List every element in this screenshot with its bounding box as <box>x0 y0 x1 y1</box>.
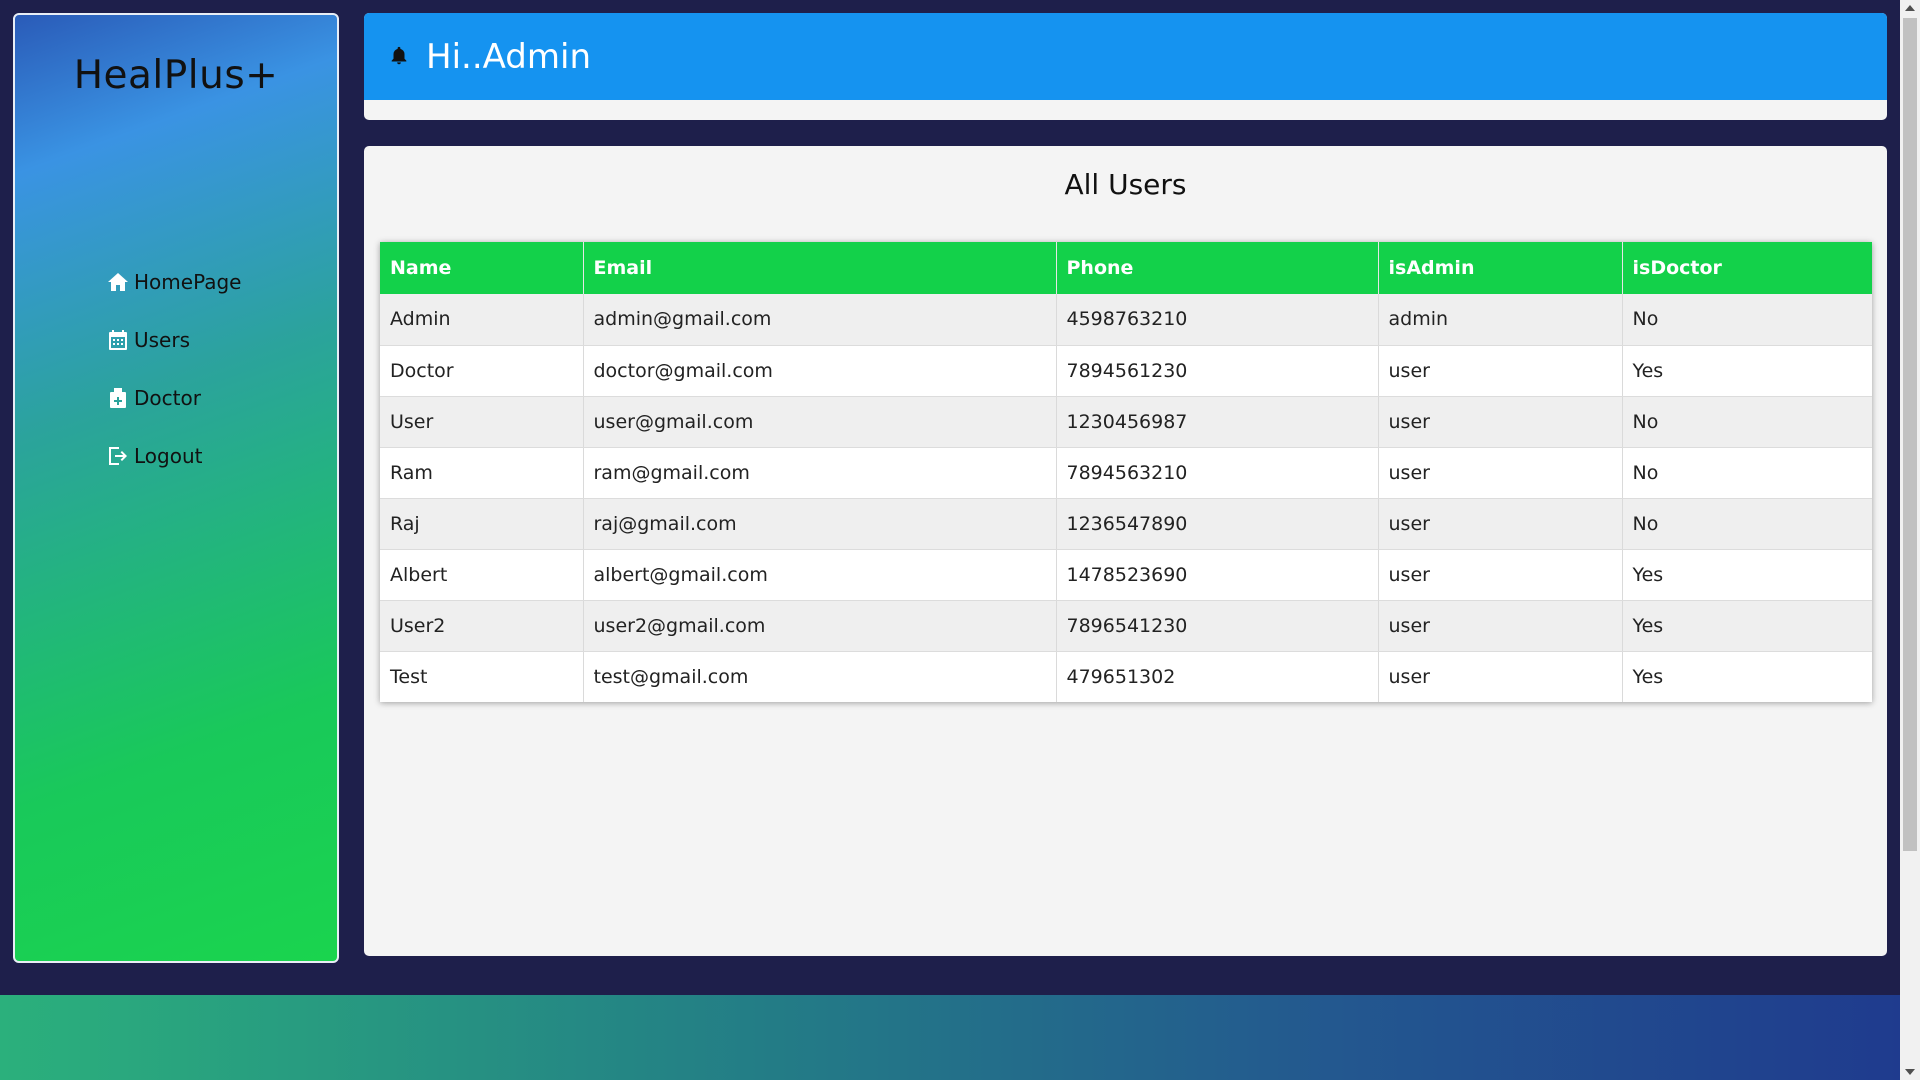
cell-email: doctor@gmail.com <box>583 345 1057 397</box>
cell-email: user@gmail.com <box>583 396 1057 448</box>
cell-name: Raj <box>380 498 584 550</box>
greeting-text: Hi..Admin <box>426 36 591 77</box>
cell-phone: 7896541230 <box>1056 600 1379 652</box>
vertical-scrollbar[interactable] <box>1900 0 1920 1080</box>
column-header-email[interactable]: Email <box>583 242 1057 294</box>
cell-phone: 7894563210 <box>1056 447 1379 499</box>
cell-phone: 1236547890 <box>1056 498 1379 550</box>
cell-isadmin: admin <box>1378 294 1623 346</box>
cell-isdoctor: No <box>1622 498 1872 550</box>
cell-isdoctor: No <box>1622 447 1872 499</box>
table-row: Admin admin@gmail.com 4598763210 admin N… <box>380 294 1872 346</box>
cell-phone: 7894561230 <box>1056 345 1379 397</box>
cell-isadmin: user <box>1378 651 1623 702</box>
cell-isadmin: user <box>1378 498 1623 550</box>
cell-phone: 479651302 <box>1056 651 1379 702</box>
cell-isdoctor: Yes <box>1622 600 1872 652</box>
cell-isdoctor: Yes <box>1622 549 1872 601</box>
cell-isadmin: user <box>1378 345 1623 397</box>
users-table: Name Email Phone isAdmin isDoctor Admin … <box>380 242 1872 702</box>
cell-email: user2@gmail.com <box>583 600 1057 652</box>
home-icon <box>105 269 131 295</box>
cell-email: admin@gmail.com <box>583 294 1057 346</box>
column-header-phone[interactable]: Phone <box>1056 242 1379 294</box>
sidebar-nav: HomePage Users Doctor Logout <box>105 253 241 485</box>
cell-email: ram@gmail.com <box>583 447 1057 499</box>
cell-phone: 4598763210 <box>1056 294 1379 346</box>
sidebar-item-users[interactable]: Users <box>105 311 241 369</box>
header: Hi..Admin <box>364 13 1887 120</box>
scroll-down-arrow-icon[interactable] <box>1905 1069 1915 1075</box>
sidebar-item-label: HomePage <box>134 270 242 294</box>
sidebar-item-label: Users <box>134 328 191 352</box>
footer <box>0 995 1900 1080</box>
app-viewport: HealPlus+ HomePage Users Doctor Logout H… <box>0 0 1900 1080</box>
column-header-isadmin[interactable]: isAdmin <box>1378 242 1623 294</box>
cell-isdoctor: No <box>1622 294 1872 346</box>
brand-logo: HealPlus+ <box>73 53 279 98</box>
logout-icon <box>105 443 131 469</box>
cell-name: Admin <box>380 294 584 346</box>
cell-name: Albert <box>380 549 584 601</box>
cell-name: Test <box>380 651 584 702</box>
cell-email: raj@gmail.com <box>583 498 1057 550</box>
cell-email: test@gmail.com <box>583 651 1057 702</box>
sidebar: HealPlus+ HomePage Users Doctor Logout <box>13 13 339 963</box>
table-row: User user@gmail.com 1230456987 user No <box>380 396 1872 448</box>
sidebar-item-logout[interactable]: Logout <box>105 427 241 485</box>
cell-isdoctor: Yes <box>1622 345 1872 397</box>
cell-name: User <box>380 396 584 448</box>
cell-email: albert@gmail.com <box>583 549 1057 601</box>
cell-name: Ram <box>380 447 584 499</box>
bell-icon[interactable] <box>388 45 412 69</box>
cell-name: Doctor <box>380 345 584 397</box>
cell-isdoctor: Yes <box>1622 651 1872 702</box>
table-row: Doctor doctor@gmail.com 7894561230 user … <box>380 345 1872 397</box>
cell-isdoctor: No <box>1622 396 1872 448</box>
table-row: Test test@gmail.com 479651302 user Yes <box>380 651 1872 702</box>
cell-isadmin: user <box>1378 549 1623 601</box>
table-header-row: Name Email Phone isAdmin isDoctor <box>380 242 1872 294</box>
page-title: All Users <box>1064 168 1187 201</box>
cell-isadmin: user <box>1378 396 1623 448</box>
table-row: User2 user2@gmail.com 7896541230 user Ye… <box>380 600 1872 652</box>
users-table-container: Name Email Phone isAdmin isDoctor Admin … <box>380 242 1872 702</box>
scrollbar-thumb[interactable] <box>1903 18 1917 851</box>
table-row: Raj raj@gmail.com 1236547890 user No <box>380 498 1872 550</box>
cell-phone: 1478523690 <box>1056 549 1379 601</box>
table-row: Ram ram@gmail.com 7894563210 user No <box>380 447 1872 499</box>
cell-phone: 1230456987 <box>1056 396 1379 448</box>
column-header-name[interactable]: Name <box>380 242 584 294</box>
column-header-isdoctor[interactable]: isDoctor <box>1622 242 1872 294</box>
sidebar-item-doctor[interactable]: Doctor <box>105 369 241 427</box>
sidebar-item-homepage[interactable]: HomePage <box>105 253 241 311</box>
cell-name: User2 <box>380 600 584 652</box>
main-content: All Users Name Email Phone isAdmin isDoc… <box>364 146 1887 956</box>
table-row: Albert albert@gmail.com 1478523690 user … <box>380 549 1872 601</box>
medical-kit-icon <box>105 385 131 411</box>
calendar-icon <box>105 327 131 353</box>
header-bar: Hi..Admin <box>364 13 1887 100</box>
sidebar-item-label: Logout <box>134 444 203 468</box>
cell-isadmin: user <box>1378 600 1623 652</box>
sidebar-item-label: Doctor <box>134 386 201 410</box>
scroll-up-arrow-icon[interactable] <box>1905 5 1915 11</box>
cell-isadmin: user <box>1378 447 1623 499</box>
